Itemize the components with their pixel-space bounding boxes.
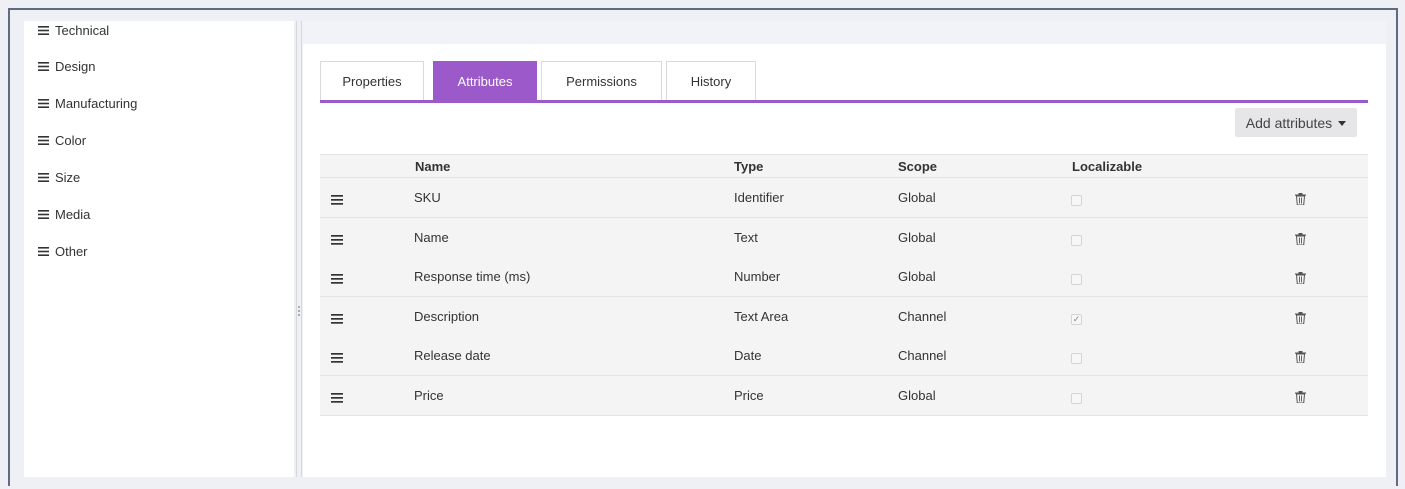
localizable-checkbox[interactable] [1071, 234, 1082, 246]
sidebar-item-design[interactable]: Design [38, 56, 95, 76]
sidebar-item-technical[interactable]: Technical [38, 20, 109, 40]
trash-icon[interactable] [1295, 351, 1306, 364]
table-row: Name Text Global [320, 217, 1368, 258]
drag-handle-icon[interactable] [331, 391, 343, 403]
attribute-scope: Global [898, 190, 936, 205]
drag-handle-icon[interactable] [331, 233, 343, 245]
attribute-scope: Channel [898, 308, 947, 324]
drag-handle-icon[interactable] [331, 272, 343, 284]
hamburger-icon [38, 172, 49, 182]
table-row: SKU Identifier Global [320, 178, 1368, 218]
localizable-checkbox[interactable]: ✓ [1071, 313, 1082, 325]
resize-grip-icon[interactable] [297, 306, 300, 320]
column-header-localizable: Localizable [1072, 159, 1143, 174]
attribute-scope: Channel [898, 348, 947, 363]
hamburger-icon [38, 135, 49, 145]
tab-permissions[interactable]: Permissions [541, 61, 662, 100]
attribute-name: SKU [414, 190, 441, 205]
localizable-checkbox[interactable] [1071, 353, 1082, 364]
localizable-checkbox[interactable] [1071, 195, 1082, 206]
sidebar-item-label: Color [55, 132, 87, 148]
column-header-scope: Scope [898, 159, 938, 174]
sidebar-item-label: Manufacturing [55, 95, 138, 111]
hamburger-icon [38, 98, 49, 108]
trash-icon[interactable] [1295, 232, 1306, 245]
hamburger-icon [38, 209, 49, 219]
trash-icon[interactable] [1295, 390, 1306, 403]
top-strip [303, 21, 1386, 44]
sidebar-item-other[interactable]: Other [38, 241, 88, 261]
drag-handle-icon[interactable] [331, 312, 343, 324]
column-header-name: Name [415, 159, 451, 174]
column-header-type: Type [734, 159, 764, 174]
attribute-name: Description [414, 308, 480, 324]
table-row: Release date Date Channel [320, 336, 1368, 376]
table-row: Response time (ms) Number Global [320, 257, 1368, 297]
localizable-checkbox[interactable] [1071, 274, 1082, 285]
tab-active-underline [320, 100, 1368, 103]
table-header: Name Type Scope Localizable [320, 154, 1368, 178]
sidebar-item-manufacturing[interactable]: Manufacturing [38, 93, 137, 113]
hamburger-icon [38, 61, 49, 71]
tab-history[interactable]: History [666, 61, 756, 100]
attribute-type: Text Area [734, 308, 789, 324]
attribute-type: Identifier [734, 190, 784, 205]
sidebar-item-label: Other [55, 243, 88, 259]
trash-icon[interactable] [1295, 311, 1306, 324]
attribute-scope: Global [898, 229, 936, 245]
trash-icon[interactable] [1295, 272, 1306, 285]
attribute-group-sidebar: Technical Design Manufacturing Color Siz… [24, 21, 294, 477]
sidebar-item-label: Design [55, 58, 96, 74]
sidebar-item-media[interactable]: Media [38, 204, 90, 224]
add-attributes-button[interactable]: Add attributes [1235, 108, 1357, 137]
hamburger-icon [38, 246, 49, 256]
sidebar-item-label: Media [55, 206, 91, 222]
attribute-scope: Global [898, 269, 936, 284]
drag-handle-icon[interactable] [331, 193, 343, 205]
attribute-type: Text [734, 229, 758, 245]
sidebar-item-label: Size [55, 169, 81, 185]
attribute-name: Release date [414, 348, 491, 363]
attribute-name: Name [414, 229, 449, 245]
attribute-name: Response time (ms) [414, 269, 531, 284]
sidebar-item-color[interactable]: Color [38, 130, 86, 150]
attribute-type: Number [734, 269, 781, 284]
caret-down-icon [1338, 121, 1347, 126]
tab-attributes[interactable]: Attributes [433, 61, 537, 100]
table-row: Price Price Global [320, 375, 1368, 416]
tab-properties[interactable]: Properties [320, 61, 424, 100]
trash-icon[interactable] [1295, 193, 1306, 206]
attribute-type: Price [734, 387, 764, 403]
sidebar-divider [301, 21, 302, 477]
drag-handle-icon[interactable] [331, 351, 343, 363]
sidebar-item-label: Technical [55, 22, 110, 38]
attribute-name: Price [414, 387, 444, 403]
sidebar-item-size[interactable]: Size [38, 167, 80, 187]
attribute-scope: Global [898, 387, 936, 403]
table-row: Description Text Area Channel ✓ [320, 296, 1368, 337]
localizable-checkbox[interactable] [1071, 392, 1082, 404]
sidebar-divider [296, 21, 297, 477]
attribute-type: Date [734, 348, 762, 363]
add-attributes-label: Add attributes [1245, 114, 1333, 131]
hamburger-icon [38, 25, 49, 35]
